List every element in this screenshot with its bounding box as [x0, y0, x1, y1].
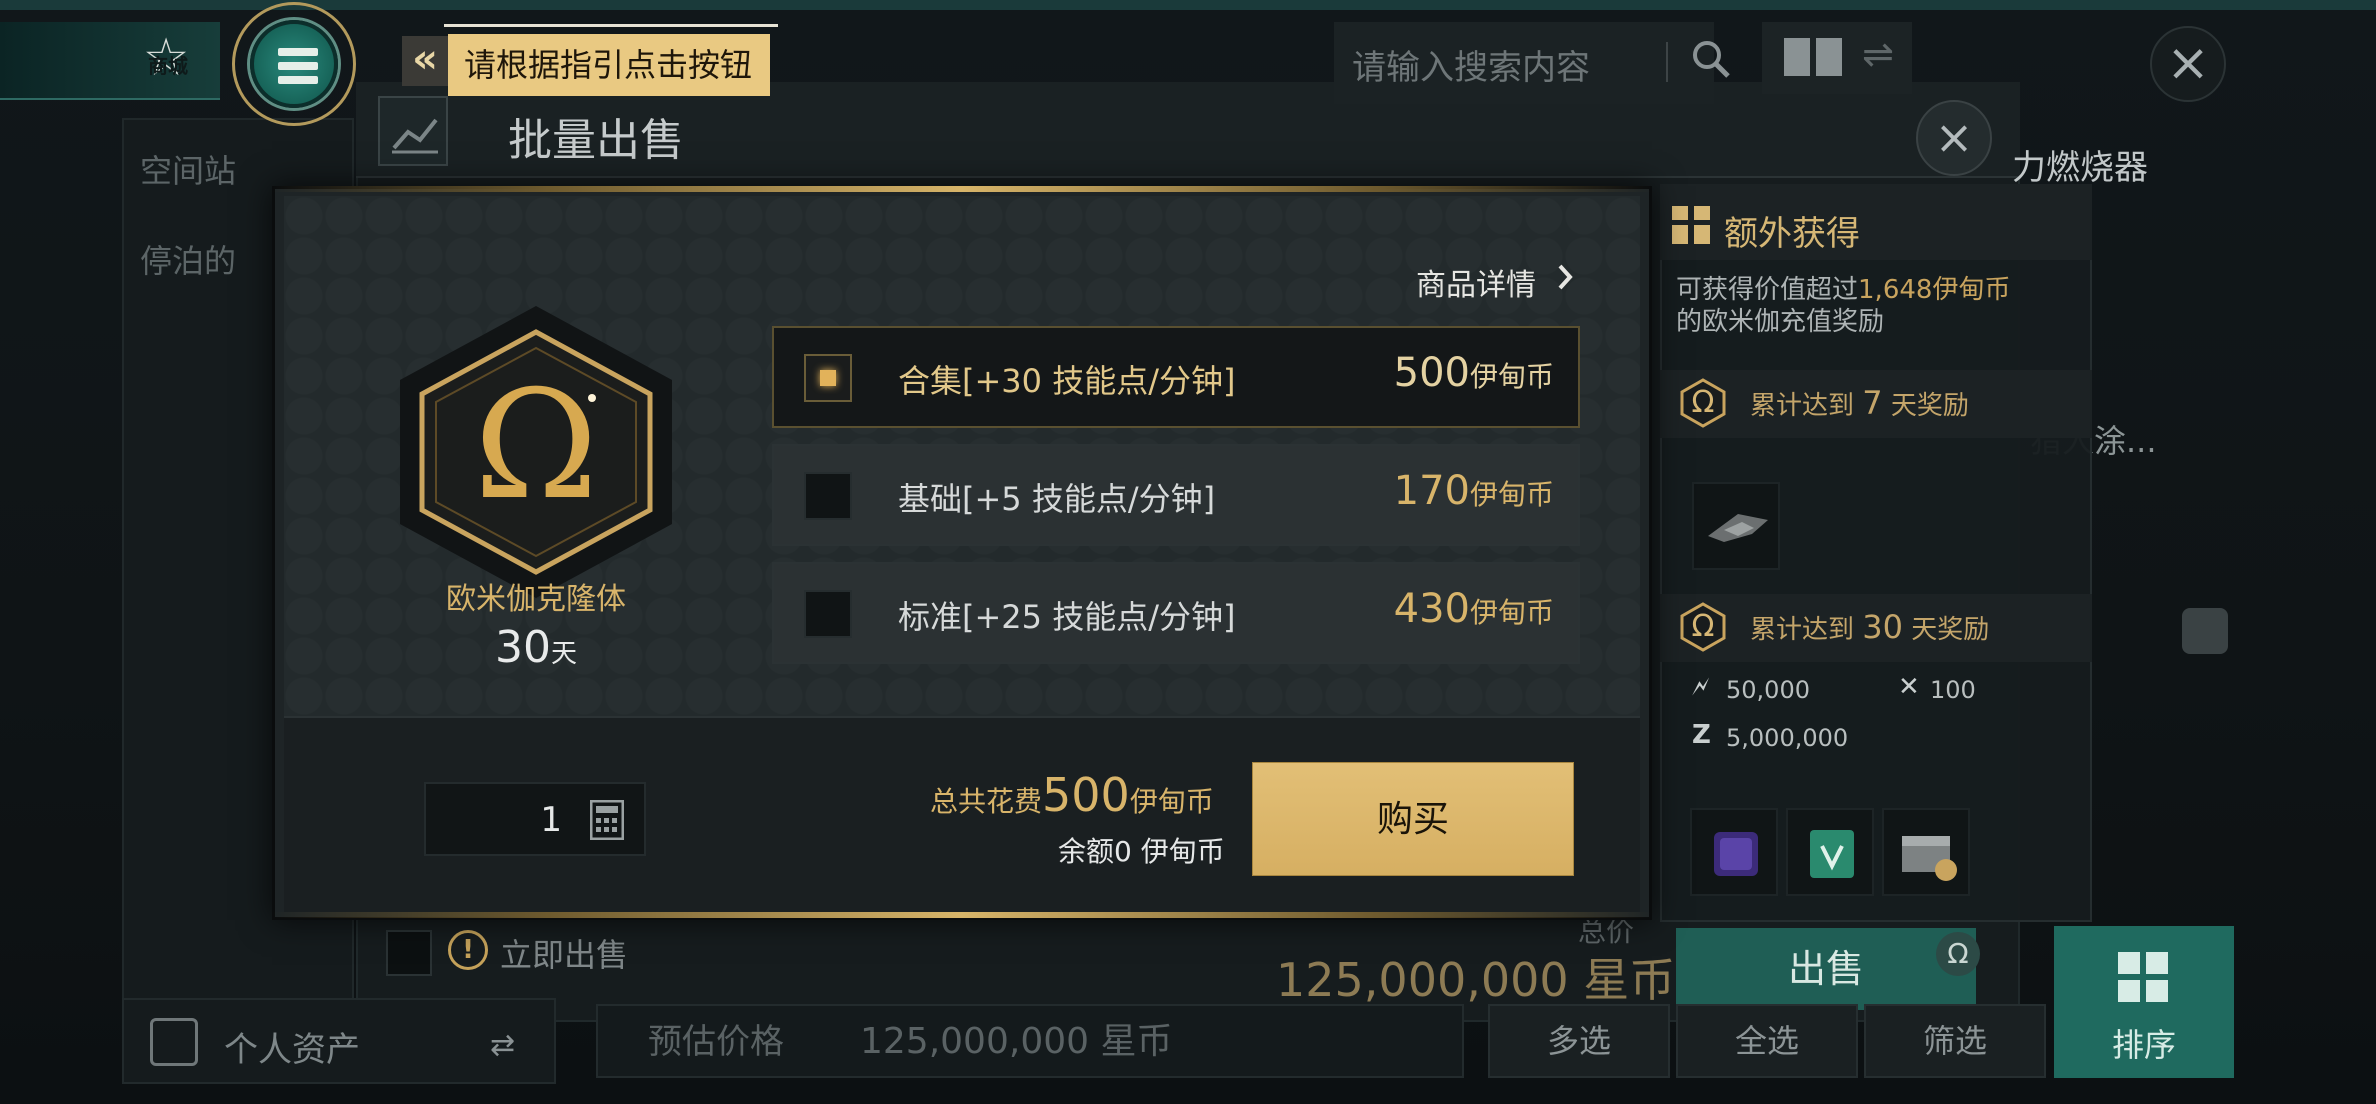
ship-reward-slot[interactable]	[1692, 482, 1780, 570]
product-details-link[interactable]: 商品详情	[1416, 260, 1536, 304]
option-checkbox[interactable]	[804, 472, 852, 520]
safe-icon	[150, 1018, 198, 1066]
guide-underline	[444, 24, 778, 27]
extra-rewards-title: 额外获得	[1724, 214, 1860, 254]
balance-text: 余额0 伊甸币	[1058, 835, 1225, 868]
total-price-value: 125,000,000 星币	[1276, 953, 1676, 1007]
extra-rewards-description: 可获得价值超过1,648伊甸币 的欧米伽充值奖励	[1676, 275, 2011, 337]
option-standard[interactable]: 标准[+25 技能点/分钟] 430伊甸币	[772, 562, 1580, 664]
emblem-reward-slot[interactable]	[1786, 808, 1874, 896]
sell-now-label: 立即出售	[500, 936, 629, 974]
swap-icon[interactable]: ⇄	[490, 1028, 515, 1063]
clone-duration: 30天	[494, 622, 577, 673]
panel-close-button[interactable]: ×	[1916, 100, 1992, 176]
option-label: 标准[+25 技能点/分钟]	[898, 598, 1236, 636]
top-border	[0, 0, 2376, 10]
menu-icon	[278, 48, 318, 56]
close-icon[interactable]: ×	[2150, 26, 2226, 102]
omega-icon: Ω	[1936, 932, 1980, 976]
option-price: 170伊甸币	[1393, 468, 1554, 514]
layout-toggle-button[interactable]: ⇌	[1762, 22, 1912, 94]
side-item-docked[interactable]: 停泊的	[140, 236, 236, 282]
guide-tooltip: 请根据指引点击按钮	[448, 34, 770, 96]
crossed-tools-icon: ✕	[1898, 672, 1920, 702]
reward-resource-2: 100	[1930, 676, 1976, 704]
omega-icon: Ω	[1678, 602, 1728, 652]
sort-label: 排序	[2111, 1026, 2176, 1064]
option-checkbox[interactable]	[804, 590, 852, 638]
option-bundle[interactable]: 合集[+30 技能点/分钟] 500伊甸币	[772, 326, 1580, 428]
reward-resource-1: 50,000	[1726, 676, 1810, 704]
filter-button[interactable]: 筛选	[1864, 1004, 2046, 1078]
currency-z-icon: Z	[1692, 720, 1711, 750]
crystal-reward-slot[interactable]	[1690, 808, 1778, 896]
modal-top-border	[272, 186, 1652, 192]
chart-icon	[378, 96, 448, 166]
option-basic[interactable]: 基础[+5 技能点/分钟] 170伊甸币	[772, 444, 1580, 546]
grid-icon	[2118, 952, 2170, 1004]
calculator-icon[interactable]	[589, 799, 625, 841]
crate-reward-slot[interactable]	[1882, 808, 1970, 896]
option-checkbox[interactable]	[804, 354, 852, 402]
sell-now-checkbox[interactable]	[386, 930, 432, 976]
option-label: 基础[+5 技能点/分钟]	[898, 480, 1216, 518]
buy-button[interactable]: 购买	[1252, 762, 1574, 876]
search-icon[interactable]	[1686, 34, 1736, 84]
total-cost: 总共花费500伊甸币	[930, 768, 1214, 822]
modal-bottom-border	[272, 912, 1652, 918]
select-all-button[interactable]: 全选	[1676, 1004, 1858, 1078]
sell-button[interactable]: 出售	[1676, 928, 1976, 1010]
option-price: 500伊甸币	[1393, 350, 1554, 396]
warning-icon: !	[448, 930, 488, 970]
omega-clone-icon: Ω	[386, 302, 686, 602]
clone-name: 欧米伽克隆体	[446, 582, 626, 617]
multi-select-button[interactable]: 多选	[1488, 1004, 1670, 1078]
quantity-value: 1	[540, 800, 562, 840]
reward-tier-7-label: 累计达到 7 天奖励	[1750, 384, 1969, 422]
batch-sell-title: 批量出售	[508, 115, 684, 166]
svg-text:Ω: Ω	[474, 359, 598, 533]
double-chevron-left-icon: «	[402, 36, 448, 86]
estimate-label: 预估价格	[648, 1022, 784, 1062]
side-item-station[interactable]: 空间站	[140, 146, 236, 192]
personal-assets-label: 个人资产	[224, 1030, 360, 1070]
search-divider	[1666, 42, 1668, 82]
chevron-right-icon[interactable]	[1554, 262, 1576, 292]
menu-button[interactable]	[250, 20, 338, 108]
shop-label: 商城	[148, 54, 188, 78]
omega-icon: Ω	[1678, 378, 1728, 428]
search-placeholder: 请输入搜索内容	[1352, 48, 1590, 88]
reward-resource-3: 5,000,000	[1726, 724, 1849, 752]
estimate-value: 125,000,000 星币	[860, 1021, 1173, 1062]
link-icon	[2182, 608, 2228, 654]
bg-item-title: 力燃烧器	[2012, 148, 2148, 188]
skill-injector-icon: 🗲	[1692, 672, 1710, 702]
option-label: 合集[+30 技能点/分钟]	[898, 362, 1236, 400]
gift-icon	[1672, 206, 1710, 244]
reward-tier-30-label: 累计达到 30 天奖励	[1750, 608, 1990, 646]
option-price: 430伊甸币	[1393, 586, 1554, 632]
